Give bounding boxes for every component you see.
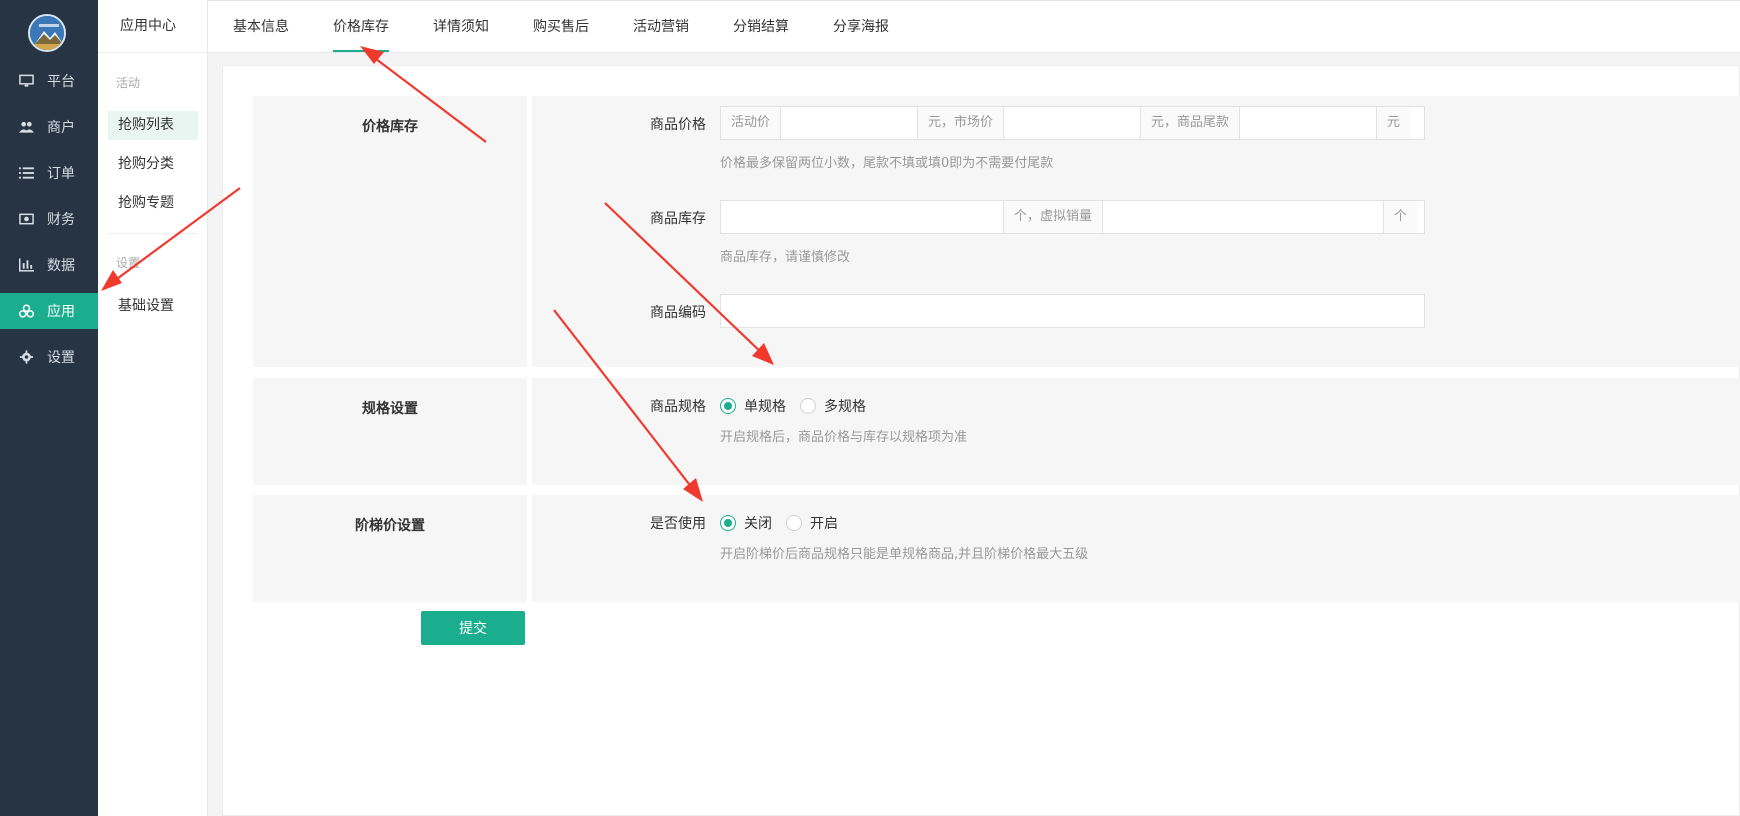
section-body-ladder (532, 495, 1740, 602)
stock-input[interactable] (721, 201, 1003, 233)
app-logo[interactable] (28, 14, 66, 52)
tab-distribution[interactable]: 分销结算 (733, 1, 789, 54)
spec-option-multi-label: 多规格 (824, 399, 866, 415)
subnav-item-flash-sale-topic[interactable]: 抢购专题 (108, 189, 198, 218)
tab-purchase-aftersale[interactable]: 购买售后 (533, 1, 589, 54)
sidebar-item-label: 平台 (47, 74, 75, 90)
tab-details-notes[interactable]: 详情须知 (433, 1, 489, 54)
secondary-sidebar: 应用中心 活动 抢购列表 抢购分类 抢购专题 设置 基础设置 (98, 0, 208, 816)
ladder-hint: 开启阶梯价后商品规格只能是单规格商品,并且阶梯价格最大五级 (720, 547, 1089, 562)
price-addon-market: 元，市场价 (917, 107, 1005, 139)
spec-option-single-label: 单规格 (744, 399, 786, 415)
price-input-group: 活动价 元，市场价 元，商品尾款 元 (720, 106, 1425, 140)
activity-price-input[interactable] (781, 107, 918, 139)
ladder-radio-group: 关闭 开启 (720, 513, 852, 533)
spec-label: 商品规格 (650, 399, 706, 415)
tab-bar: 基本信息 价格库存 详情须知 购买售后 活动营销 分销结算 分享海报 (208, 0, 1740, 53)
tab-price-stock[interactable]: 价格库存 (333, 1, 389, 54)
section-label-spec: 规格设置 (253, 378, 527, 485)
subnav-divider (108, 233, 198, 234)
tab-basic-info[interactable]: 基本信息 (233, 1, 289, 54)
bar-chart-icon (17, 258, 35, 272)
money-icon (17, 212, 35, 226)
logo-mountain-icon (30, 16, 64, 50)
radio-checked-icon[interactable] (720, 515, 736, 531)
gear-icon (17, 350, 35, 364)
balance-price-input[interactable] (1240, 107, 1377, 139)
subnav-item-flash-sale-category[interactable]: 抢购分类 (108, 150, 198, 179)
radio-checked-icon[interactable] (720, 398, 736, 414)
sidebar-item-apps[interactable]: 应用 (0, 293, 98, 329)
monitor-icon (17, 74, 35, 88)
list-icon (17, 166, 35, 180)
product-code-input[interactable] (720, 294, 1425, 328)
price-addon-activity: 活动价 (721, 107, 782, 139)
subnav-group-settings: 设置 (116, 256, 141, 270)
spec-radio-group: 单规格 多规格 (720, 396, 880, 416)
users-icon (17, 120, 35, 134)
price-hint: 价格最多保留两位小数，尾款不填或填0即为不需要付尾款 (720, 156, 1054, 171)
ladder-option-on[interactable]: 开启 (786, 513, 838, 533)
section-body-spec (532, 378, 1740, 485)
ladder-option-on-label: 开启 (810, 516, 838, 532)
section-label-ladder: 阶梯价设置 (253, 495, 527, 602)
stock-label: 商品库存 (650, 211, 706, 227)
sidebar-item-label: 数据 (47, 258, 75, 274)
subnav-item-flash-sale-list[interactable]: 抢购列表 (108, 111, 198, 140)
radio-unchecked-icon[interactable] (800, 398, 816, 414)
sidebar-item-label: 设置 (47, 350, 75, 366)
virtual-sales-input[interactable] (1103, 201, 1384, 233)
sidebar-item-finance[interactable]: 财务 (0, 201, 98, 237)
sidebar-item-platform[interactable]: 平台 (0, 63, 98, 99)
submit-button[interactable]: 提交 (421, 611, 525, 645)
main-sidebar: 平台 商户 订单 财务 数据 应用 设置 (0, 0, 98, 816)
stock-addon-unit: 个 (1383, 201, 1418, 233)
sidebar-item-orders[interactable]: 订单 (0, 155, 98, 191)
section-label-price-stock: 价格库存 (253, 96, 527, 367)
stock-input-group: 个，虚拟销量 个 (720, 200, 1425, 234)
sidebar-item-label: 订单 (47, 166, 75, 182)
sidebar-item-data[interactable]: 数据 (0, 247, 98, 283)
sidebar-item-label: 商户 (47, 120, 75, 136)
code-label: 商品编码 (650, 305, 706, 321)
sidebar-item-label: 财务 (47, 212, 75, 228)
subnav-title: 应用中心 (98, 0, 208, 53)
spec-option-multi[interactable]: 多规格 (800, 396, 866, 416)
spec-hint: 开启规格后，商品价格与库存以规格项为准 (720, 430, 968, 445)
subnav-group-activity: 活动 (116, 76, 141, 90)
stock-hint: 商品库存，请谨慎修改 (720, 250, 851, 265)
stock-addon-virtual: 个，虚拟销量 (1003, 201, 1104, 233)
ladder-option-off-label: 关闭 (744, 516, 772, 532)
sidebar-item-merchant[interactable]: 商户 (0, 109, 98, 145)
ladder-label: 是否使用 (650, 516, 706, 532)
subnav-item-basic-settings[interactable]: 基础设置 (108, 292, 198, 321)
tab-marketing[interactable]: 活动营销 (633, 1, 689, 54)
apps-icon (17, 304, 35, 318)
radio-unchecked-icon[interactable] (786, 515, 802, 531)
tab-share-poster[interactable]: 分享海报 (833, 1, 889, 54)
price-label: 商品价格 (650, 117, 706, 133)
sidebar-item-settings[interactable]: 设置 (0, 339, 98, 375)
price-addon-balance: 元，商品尾款 (1140, 107, 1241, 139)
price-addon-yuan: 元 (1376, 107, 1411, 139)
ladder-option-off[interactable]: 关闭 (720, 513, 772, 533)
market-price-input[interactable] (1004, 107, 1141, 139)
spec-option-single[interactable]: 单规格 (720, 396, 786, 416)
sidebar-item-label: 应用 (47, 304, 75, 320)
